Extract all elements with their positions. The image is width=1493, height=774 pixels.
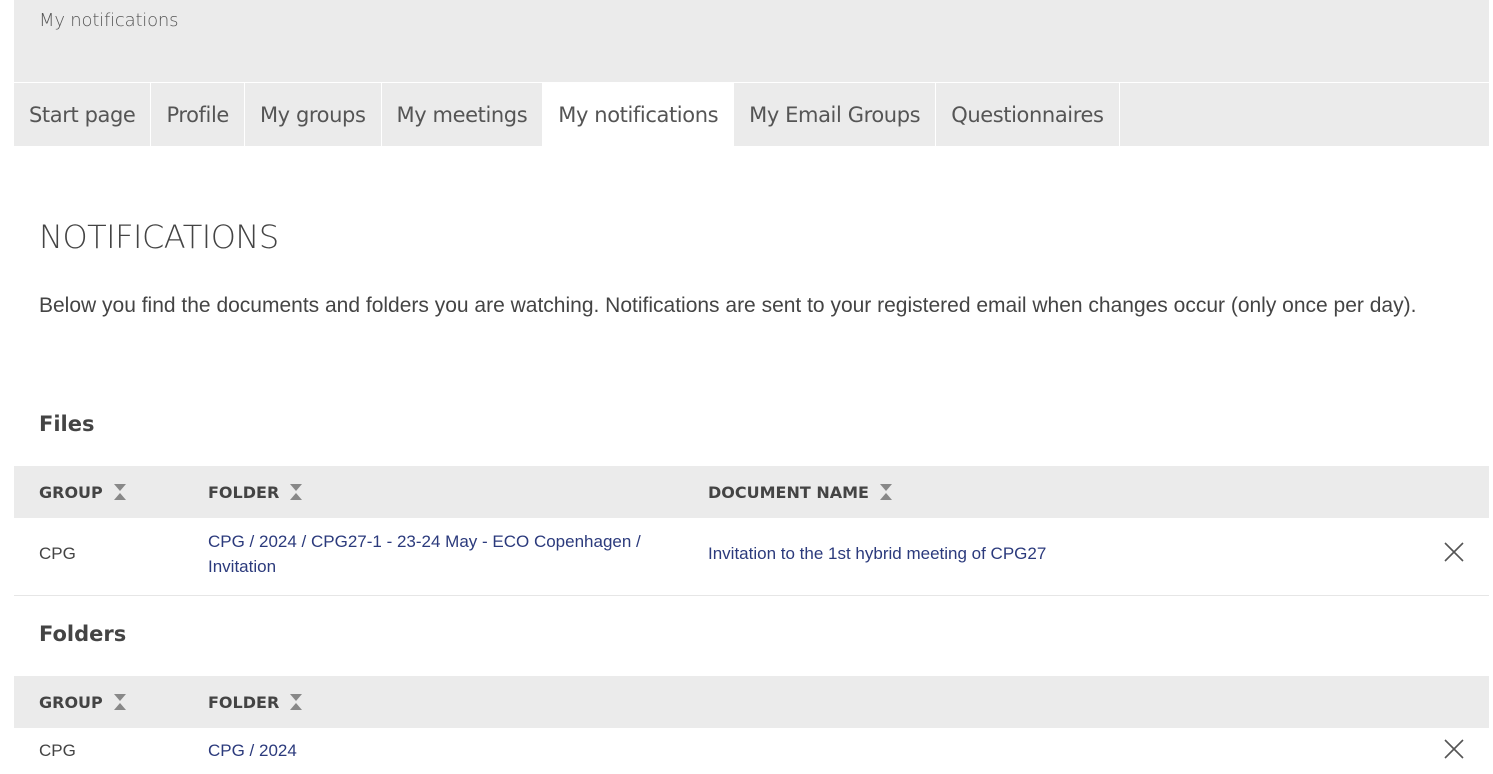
table-row: CPG CPG / 2024: [14, 728, 1489, 774]
folders-col-group[interactable]: GROUP: [39, 676, 127, 728]
files-col-document-label: DOCUMENT NAME: [708, 482, 869, 502]
folders-col-folder-label: FOLDER: [208, 692, 280, 712]
files-section-title: Files: [39, 412, 95, 436]
main-tabs: Start page Profile My groups My meetings…: [14, 83, 1489, 146]
tab-my-meetings[interactable]: My meetings: [382, 83, 544, 146]
folders-table-header: GROUP FOLDER: [14, 676, 1489, 728]
intro-text: Below you find the documents and folders…: [39, 294, 1417, 317]
breadcrumb: My notifications: [39, 10, 179, 31]
file-group: CPG: [39, 544, 76, 563]
table-row: CPG CPG / 2024 / CPG27-1 - 23-24 May - E…: [14, 518, 1489, 596]
tab-my-groups[interactable]: My groups: [245, 83, 382, 146]
folders-section-title: Folders: [39, 622, 127, 646]
page-frame: My notifications Start page Profile My g…: [14, 0, 1489, 774]
tab-questionnaires[interactable]: Questionnaires: [936, 83, 1120, 146]
tab-profile[interactable]: Profile: [151, 83, 245, 146]
close-icon[interactable]: [1443, 541, 1465, 563]
page-title: NOTIFICATIONS: [39, 218, 279, 256]
file-folder-link[interactable]: CPG / 2024 / CPG27-1 - 23-24 May - ECO C…: [208, 532, 641, 576]
folders-col-group-label: GROUP: [39, 692, 103, 712]
files-col-document[interactable]: DOCUMENT NAME: [708, 466, 893, 518]
files-col-folder-label: FOLDER: [208, 482, 280, 502]
files-col-folder[interactable]: FOLDER: [208, 466, 303, 518]
sort-icon: [290, 484, 303, 500]
tab-my-email-groups[interactable]: My Email Groups: [734, 83, 937, 146]
sort-icon: [879, 484, 892, 500]
folders-col-folder[interactable]: FOLDER: [208, 676, 303, 728]
files-table-header: GROUP FOLDER DOCUMENT NAME: [14, 466, 1489, 518]
folder-link[interactable]: CPG / 2024: [208, 741, 297, 760]
tab-my-notifications[interactable]: My notifications: [543, 83, 735, 146]
sort-icon: [290, 694, 303, 710]
close-icon[interactable]: [1443, 738, 1465, 760]
sort-icon: [113, 484, 126, 500]
sort-icon: [113, 694, 126, 710]
files-col-group[interactable]: GROUP: [39, 466, 127, 518]
folder-group: CPG: [39, 741, 76, 760]
files-col-group-label: GROUP: [39, 482, 103, 502]
file-document-link[interactable]: Invitation to the 1st hybrid meeting of …: [708, 544, 1046, 563]
tab-start-page[interactable]: Start page: [14, 83, 152, 146]
header-band: My notifications: [14, 0, 1489, 82]
